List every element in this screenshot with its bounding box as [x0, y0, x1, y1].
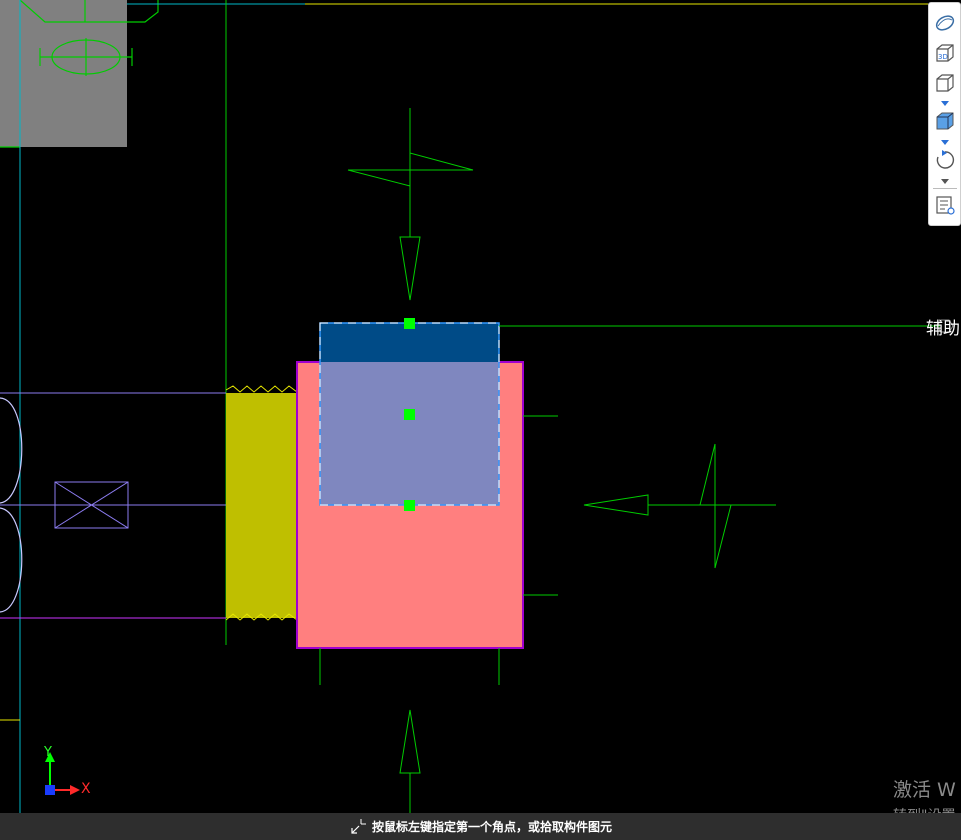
- svg-text:3D: 3D: [938, 53, 948, 61]
- display-mode-icon[interactable]: [933, 71, 957, 95]
- view-toolbar: 3D: [928, 2, 961, 226]
- yellow-wall[interactable]: [225, 385, 298, 621]
- 3d-view-icon[interactable]: 3D: [933, 41, 957, 65]
- rotate-dropdown-icon[interactable]: [941, 178, 949, 184]
- solid-dropdown-icon[interactable]: [941, 139, 949, 145]
- grip-bottom: [404, 500, 415, 511]
- cad-drawing-canvas[interactable]: [0, 0, 961, 840]
- axis-y-label: Y: [44, 745, 52, 760]
- view-cube-ellipse-icon[interactable]: [933, 11, 957, 35]
- toolbar-divider: [933, 188, 957, 189]
- aux-label: 辅助: [926, 319, 960, 339]
- pick-cursor-icon: [351, 819, 366, 834]
- grip-top: [404, 318, 415, 329]
- command-status-bar: 按鼠标左键指定第一个角点，或拾取构件图元: [0, 813, 961, 840]
- watermark-line1: 激活 W: [893, 779, 956, 801]
- command-prompt-text: 按鼠标左键指定第一个角点，或拾取构件图元: [372, 819, 613, 834]
- display-mode-dropdown-icon[interactable]: [941, 100, 949, 106]
- grip-center: [404, 409, 415, 420]
- properties-icon[interactable]: [933, 193, 957, 217]
- rotate-icon[interactable]: [933, 148, 957, 172]
- axis-x-label: X: [81, 781, 91, 797]
- solid-box-icon[interactable]: [933, 109, 957, 133]
